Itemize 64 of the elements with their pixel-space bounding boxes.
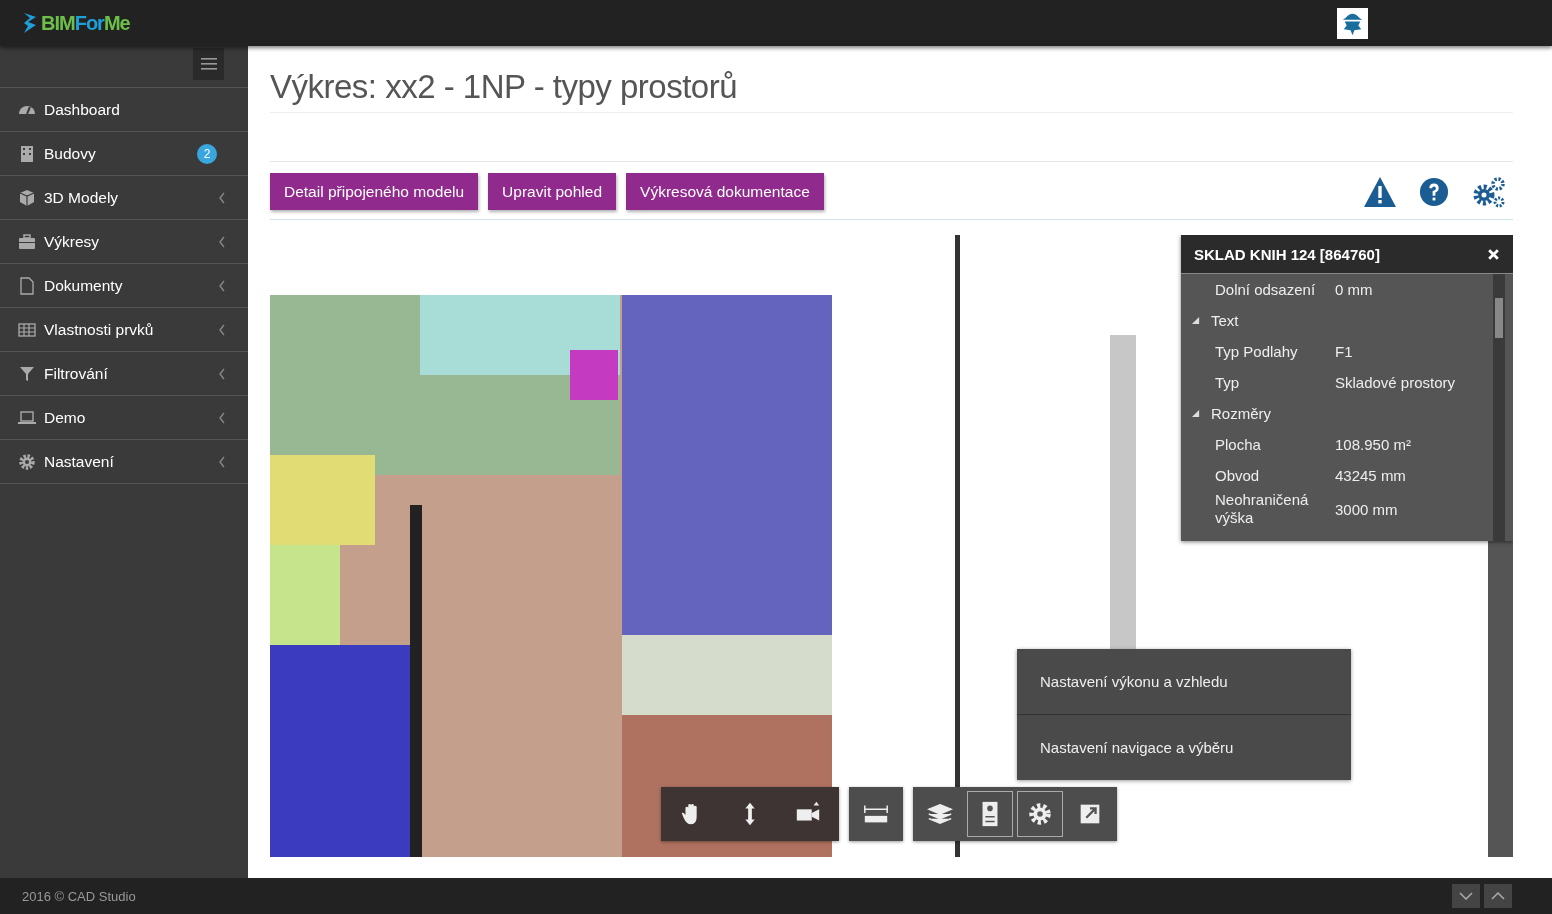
chevron-up-icon: [1491, 892, 1505, 900]
settings-icon[interactable]: [1471, 174, 1507, 209]
property-value: 43245 mm: [1335, 467, 1407, 484]
property-value: F1: [1335, 343, 1354, 360]
sidebar-item-label: Demo: [44, 408, 87, 427]
scroll-up-button[interactable]: [1484, 884, 1512, 908]
property-name: Dolní odsazení: [1214, 280, 1317, 299]
settings-icon: [1026, 800, 1054, 828]
count-badge: 2: [197, 143, 217, 164]
triangle-icon[interactable]: [1191, 316, 1200, 325]
sidebar-item-label: Vlastnosti prvků: [44, 320, 155, 339]
sidebar-item-label: Filtrování: [44, 364, 109, 383]
settings-icon: [18, 452, 36, 471]
help-icon[interactable]: [1419, 176, 1449, 207]
briefcase-icon: [18, 232, 36, 251]
group-label: Rozměry: [1211, 405, 1271, 422]
logo-icon: [22, 12, 38, 34]
menu-icon: [200, 58, 217, 70]
action-button[interactable]: Detail připojeného modelu: [270, 173, 479, 210]
property-value: Skladové prostory: [1335, 374, 1457, 391]
chevron-down-icon: [1459, 892, 1473, 900]
sidebar-item-label: Nastavení: [44, 452, 115, 471]
property-value: 0 mm: [1335, 281, 1374, 298]
triangle-icon[interactable]: [1191, 409, 1200, 418]
sidebar-item-label: Budovy: [44, 144, 97, 163]
action-button[interactable]: Výkresová dokumentace: [626, 173, 824, 210]
laptop-icon: [18, 408, 36, 427]
property-name: Typ: [1214, 373, 1241, 392]
property-name: Neohraničená výška: [1214, 491, 1310, 527]
sidebar-item-label: Dokumenty: [44, 276, 124, 295]
action-button[interactable]: Upravit pohled: [488, 173, 617, 210]
hat-figure-icon[interactable]: [1337, 7, 1368, 39]
properties-button[interactable]: [967, 791, 1013, 837]
file-icon: [18, 276, 36, 295]
sidebar-item[interactable]: Nastavení: [0, 440, 248, 484]
close-icon[interactable]: [1487, 247, 1500, 261]
sidebar-item[interactable]: Vlastnosti prvků: [0, 308, 248, 352]
cube-icon: [18, 188, 36, 207]
group-label: Text: [1211, 312, 1239, 329]
warning-icon[interactable]: [1363, 175, 1397, 208]
property-value: 3000 mm: [1335, 500, 1399, 518]
table-icon: [18, 320, 36, 339]
panel-title: SKLAD KNIH 124 [864760]: [1194, 245, 1380, 263]
sidebar-item-label: Dashboard: [44, 100, 121, 119]
filter-icon: [18, 364, 36, 383]
sidebar-item-label: 3D Modely: [44, 188, 120, 207]
sidebar-item[interactable]: 3D Modely: [0, 176, 248, 220]
property-name: Typ Podlahy: [1214, 342, 1299, 361]
sidebar-item[interactable]: Výkresy: [0, 220, 248, 264]
property-value: 108.950 m²: [1335, 436, 1412, 453]
logo-text[interactable]: BIMForMe: [41, 11, 130, 35]
sidebar-item-label: Výkresy: [44, 232, 101, 251]
menu-item[interactable]: Nastavení výkonu a vzhledu: [1017, 649, 1351, 714]
property-name: Plocha: [1214, 435, 1262, 454]
building-icon: [18, 144, 36, 163]
copyright-text: 2016 © CAD Studio: [22, 888, 136, 904]
sidebar-item[interactable]: Budovy 2: [0, 132, 248, 176]
property-name: Obvod: [1214, 466, 1261, 485]
menu-item[interactable]: Nastavení navigace a výběru: [1017, 714, 1351, 780]
scrollbar[interactable]: [1493, 274, 1505, 541]
menu-button[interactable]: [193, 48, 224, 80]
page-title: Výkres: xx2 - 1NP - typy prostorů: [270, 68, 1513, 113]
settings-button[interactable]: [1017, 791, 1063, 837]
gauge-icon: [18, 104, 36, 115]
